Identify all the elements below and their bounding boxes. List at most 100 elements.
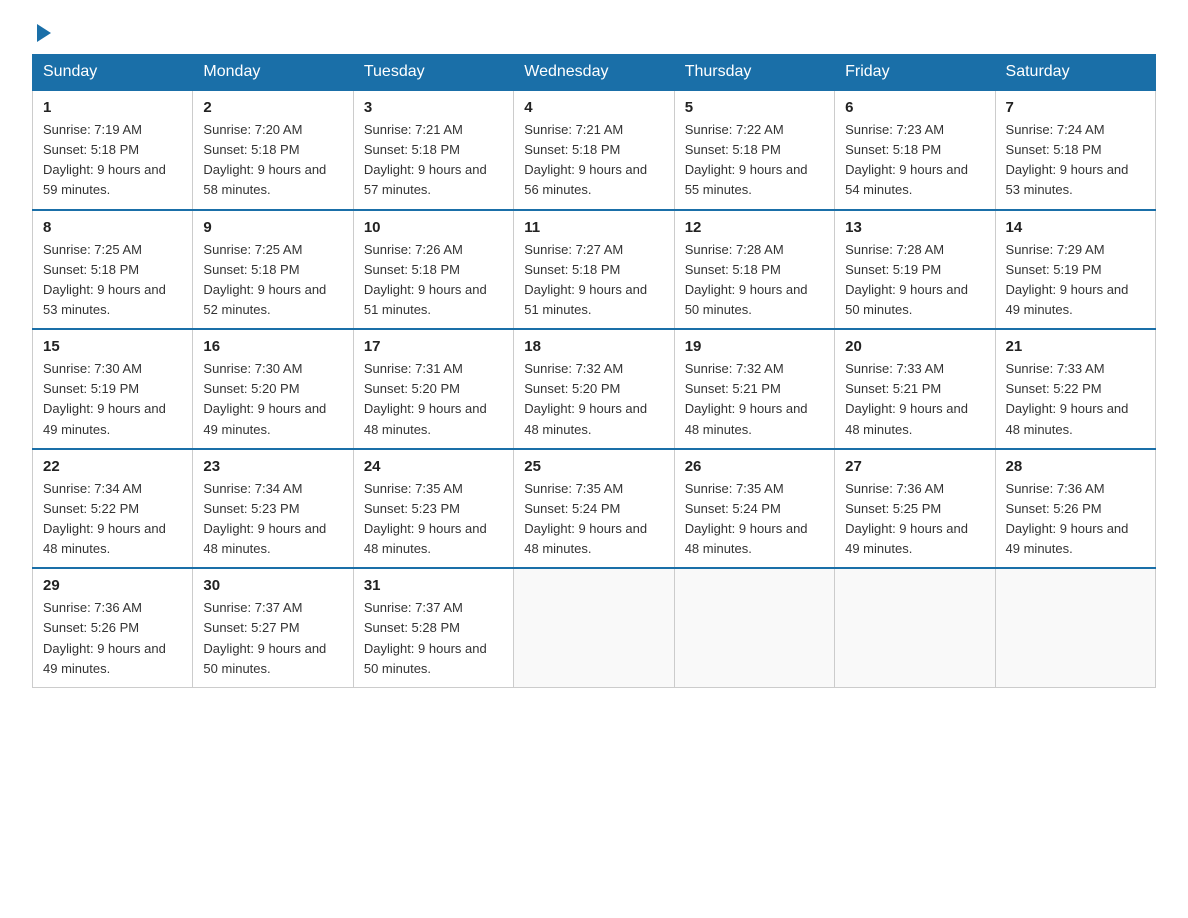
- day-number: 11: [524, 219, 663, 236]
- day-info: Sunrise: 7:35 AM Sunset: 5:24 PM Dayligh…: [524, 479, 663, 560]
- day-info: Sunrise: 7:35 AM Sunset: 5:24 PM Dayligh…: [685, 479, 824, 560]
- day-number: 9: [203, 219, 342, 236]
- calendar-cell: 5 Sunrise: 7:22 AM Sunset: 5:18 PM Dayli…: [674, 90, 834, 210]
- calendar-cell: 13 Sunrise: 7:28 AM Sunset: 5:19 PM Dayl…: [835, 210, 995, 330]
- day-number: 1: [43, 99, 182, 116]
- day-number: 14: [1006, 219, 1145, 236]
- day-number: 24: [364, 458, 503, 475]
- day-number: 2: [203, 99, 342, 116]
- day-number: 18: [524, 338, 663, 355]
- day-info: Sunrise: 7:37 AM Sunset: 5:27 PM Dayligh…: [203, 598, 342, 679]
- day-info: Sunrise: 7:36 AM Sunset: 5:26 PM Dayligh…: [1006, 479, 1145, 560]
- calendar-cell: 9 Sunrise: 7:25 AM Sunset: 5:18 PM Dayli…: [193, 210, 353, 330]
- calendar-cell: 16 Sunrise: 7:30 AM Sunset: 5:20 PM Dayl…: [193, 329, 353, 449]
- calendar-cell: 14 Sunrise: 7:29 AM Sunset: 5:19 PM Dayl…: [995, 210, 1155, 330]
- day-number: 30: [203, 577, 342, 594]
- day-info: Sunrise: 7:28 AM Sunset: 5:19 PM Dayligh…: [845, 240, 984, 321]
- day-info: Sunrise: 7:36 AM Sunset: 5:25 PM Dayligh…: [845, 479, 984, 560]
- day-number: 22: [43, 458, 182, 475]
- col-header-monday: Monday: [193, 55, 353, 91]
- col-header-saturday: Saturday: [995, 55, 1155, 91]
- day-info: Sunrise: 7:25 AM Sunset: 5:18 PM Dayligh…: [203, 240, 342, 321]
- calendar-cell: 19 Sunrise: 7:32 AM Sunset: 5:21 PM Dayl…: [674, 329, 834, 449]
- week-row-4: 22 Sunrise: 7:34 AM Sunset: 5:22 PM Dayl…: [33, 449, 1156, 569]
- calendar-cell: 18 Sunrise: 7:32 AM Sunset: 5:20 PM Dayl…: [514, 329, 674, 449]
- calendar-cell: 7 Sunrise: 7:24 AM Sunset: 5:18 PM Dayli…: [995, 90, 1155, 210]
- day-number: 28: [1006, 458, 1145, 475]
- col-header-thursday: Thursday: [674, 55, 834, 91]
- col-header-sunday: Sunday: [33, 55, 193, 91]
- day-info: Sunrise: 7:37 AM Sunset: 5:28 PM Dayligh…: [364, 598, 503, 679]
- calendar-cell: 4 Sunrise: 7:21 AM Sunset: 5:18 PM Dayli…: [514, 90, 674, 210]
- day-number: 6: [845, 99, 984, 116]
- calendar-cell: 3 Sunrise: 7:21 AM Sunset: 5:18 PM Dayli…: [353, 90, 513, 210]
- col-header-tuesday: Tuesday: [353, 55, 513, 91]
- calendar-cell: 21 Sunrise: 7:33 AM Sunset: 5:22 PM Dayl…: [995, 329, 1155, 449]
- week-row-1: 1 Sunrise: 7:19 AM Sunset: 5:18 PM Dayli…: [33, 90, 1156, 210]
- calendar-cell: 20 Sunrise: 7:33 AM Sunset: 5:21 PM Dayl…: [835, 329, 995, 449]
- calendar-cell: [674, 568, 834, 687]
- day-info: Sunrise: 7:26 AM Sunset: 5:18 PM Dayligh…: [364, 240, 503, 321]
- day-info: Sunrise: 7:33 AM Sunset: 5:21 PM Dayligh…: [845, 359, 984, 440]
- day-info: Sunrise: 7:21 AM Sunset: 5:18 PM Dayligh…: [524, 120, 663, 201]
- calendar-cell: 11 Sunrise: 7:27 AM Sunset: 5:18 PM Dayl…: [514, 210, 674, 330]
- calendar-cell: 6 Sunrise: 7:23 AM Sunset: 5:18 PM Dayli…: [835, 90, 995, 210]
- day-info: Sunrise: 7:19 AM Sunset: 5:18 PM Dayligh…: [43, 120, 182, 201]
- day-number: 8: [43, 219, 182, 236]
- day-number: 3: [364, 99, 503, 116]
- day-info: Sunrise: 7:24 AM Sunset: 5:18 PM Dayligh…: [1006, 120, 1145, 201]
- calendar-cell: 1 Sunrise: 7:19 AM Sunset: 5:18 PM Dayli…: [33, 90, 193, 210]
- day-number: 19: [685, 338, 824, 355]
- calendar-table: SundayMondayTuesdayWednesdayThursdayFrid…: [32, 54, 1156, 688]
- day-info: Sunrise: 7:30 AM Sunset: 5:19 PM Dayligh…: [43, 359, 182, 440]
- day-number: 17: [364, 338, 503, 355]
- day-number: 25: [524, 458, 663, 475]
- day-info: Sunrise: 7:34 AM Sunset: 5:22 PM Dayligh…: [43, 479, 182, 560]
- calendar-cell: 15 Sunrise: 7:30 AM Sunset: 5:19 PM Dayl…: [33, 329, 193, 449]
- calendar-cell: 31 Sunrise: 7:37 AM Sunset: 5:28 PM Dayl…: [353, 568, 513, 687]
- day-number: 13: [845, 219, 984, 236]
- day-info: Sunrise: 7:22 AM Sunset: 5:18 PM Dayligh…: [685, 120, 824, 201]
- day-number: 7: [1006, 99, 1145, 116]
- day-number: 5: [685, 99, 824, 116]
- day-info: Sunrise: 7:25 AM Sunset: 5:18 PM Dayligh…: [43, 240, 182, 321]
- day-info: Sunrise: 7:28 AM Sunset: 5:18 PM Dayligh…: [685, 240, 824, 321]
- calendar-cell: 23 Sunrise: 7:34 AM Sunset: 5:23 PM Dayl…: [193, 449, 353, 569]
- calendar-cell: 22 Sunrise: 7:34 AM Sunset: 5:22 PM Dayl…: [33, 449, 193, 569]
- calendar-cell: 26 Sunrise: 7:35 AM Sunset: 5:24 PM Dayl…: [674, 449, 834, 569]
- logo: [32, 24, 51, 42]
- logo-blue: [32, 24, 51, 42]
- day-info: Sunrise: 7:27 AM Sunset: 5:18 PM Dayligh…: [524, 240, 663, 321]
- day-number: 26: [685, 458, 824, 475]
- calendar-cell: 29 Sunrise: 7:36 AM Sunset: 5:26 PM Dayl…: [33, 568, 193, 687]
- calendar-header-row: SundayMondayTuesdayWednesdayThursdayFrid…: [33, 55, 1156, 91]
- day-number: 21: [1006, 338, 1145, 355]
- week-row-2: 8 Sunrise: 7:25 AM Sunset: 5:18 PM Dayli…: [33, 210, 1156, 330]
- calendar-cell: 28 Sunrise: 7:36 AM Sunset: 5:26 PM Dayl…: [995, 449, 1155, 569]
- day-number: 31: [364, 577, 503, 594]
- col-header-friday: Friday: [835, 55, 995, 91]
- day-info: Sunrise: 7:36 AM Sunset: 5:26 PM Dayligh…: [43, 598, 182, 679]
- col-header-wednesday: Wednesday: [514, 55, 674, 91]
- logo-arrow-icon: [37, 24, 51, 42]
- day-number: 29: [43, 577, 182, 594]
- day-number: 20: [845, 338, 984, 355]
- day-number: 23: [203, 458, 342, 475]
- week-row-3: 15 Sunrise: 7:30 AM Sunset: 5:19 PM Dayl…: [33, 329, 1156, 449]
- day-number: 16: [203, 338, 342, 355]
- day-info: Sunrise: 7:20 AM Sunset: 5:18 PM Dayligh…: [203, 120, 342, 201]
- calendar-cell: [835, 568, 995, 687]
- calendar-cell: 24 Sunrise: 7:35 AM Sunset: 5:23 PM Dayl…: [353, 449, 513, 569]
- day-number: 27: [845, 458, 984, 475]
- calendar-cell: 10 Sunrise: 7:26 AM Sunset: 5:18 PM Dayl…: [353, 210, 513, 330]
- day-info: Sunrise: 7:32 AM Sunset: 5:21 PM Dayligh…: [685, 359, 824, 440]
- day-info: Sunrise: 7:21 AM Sunset: 5:18 PM Dayligh…: [364, 120, 503, 201]
- day-info: Sunrise: 7:29 AM Sunset: 5:19 PM Dayligh…: [1006, 240, 1145, 321]
- calendar-cell: [995, 568, 1155, 687]
- week-row-5: 29 Sunrise: 7:36 AM Sunset: 5:26 PM Dayl…: [33, 568, 1156, 687]
- day-info: Sunrise: 7:35 AM Sunset: 5:23 PM Dayligh…: [364, 479, 503, 560]
- day-info: Sunrise: 7:34 AM Sunset: 5:23 PM Dayligh…: [203, 479, 342, 560]
- day-info: Sunrise: 7:31 AM Sunset: 5:20 PM Dayligh…: [364, 359, 503, 440]
- calendar-cell: [514, 568, 674, 687]
- calendar-cell: 8 Sunrise: 7:25 AM Sunset: 5:18 PM Dayli…: [33, 210, 193, 330]
